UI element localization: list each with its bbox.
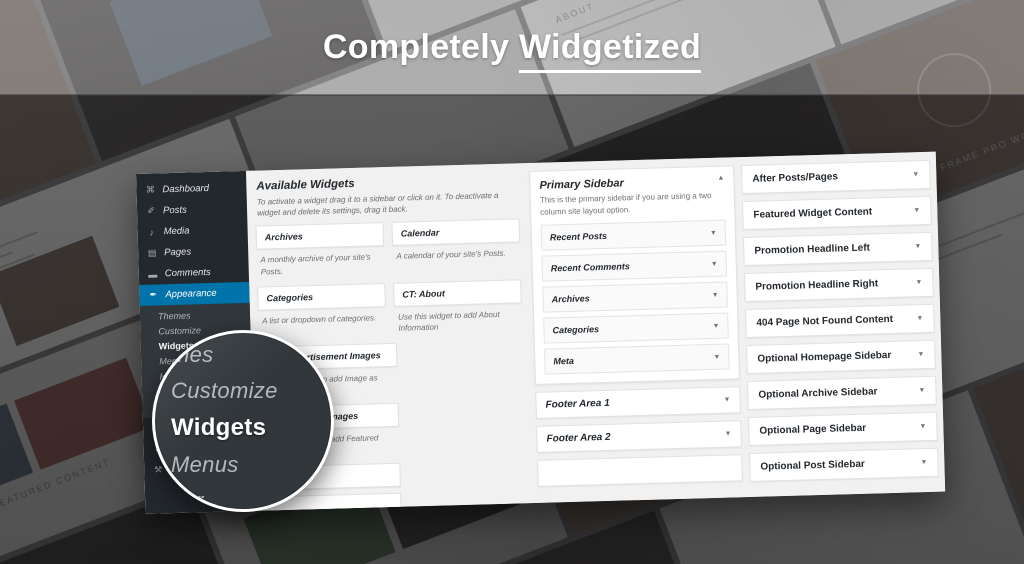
- sidebar-area-optional-page-sidebar[interactable]: Optional Page Sidebar ▼: [748, 411, 938, 446]
- sidebar-area-optional-post-sidebar[interactable]: Optional Post Sidebar ▼: [749, 447, 939, 482]
- sidebar-widget-meta[interactable]: Meta ▼: [544, 343, 730, 375]
- brush-icon: ✒: [149, 289, 158, 300]
- sidebar-widget-recent-posts[interactable]: Recent Posts ▼: [540, 219, 727, 251]
- sidebar-widget-recent-comments[interactable]: Recent Comments ▼: [541, 250, 728, 282]
- sidebar-item-label: Dashboard: [162, 182, 210, 196]
- chevron-down-icon[interactable]: ▼: [916, 315, 923, 322]
- screenshot-stage: SLIDER IMAGE 2 ABOUT ABOUT PORTFOLIO: [0, 0, 1024, 564]
- sidebar-area-label: Footer Area 2: [546, 432, 611, 445]
- media-icon: ♪: [149, 227, 155, 238]
- chevron-down-icon[interactable]: ▼: [710, 229, 717, 236]
- chevron-down-icon[interactable]: ▼: [712, 291, 719, 298]
- widget-description: A monthly archive of your site's Posts.: [260, 252, 371, 277]
- sidebar-area-partial[interactable]: [537, 454, 743, 488]
- sidebar-area-label: Promotion Headline Right: [755, 278, 879, 293]
- chevron-down-icon[interactable]: ▼: [713, 353, 720, 360]
- sidebar-item-label: Comments: [164, 266, 211, 280]
- magnifier-gloss: [155, 333, 331, 509]
- sidebar-area-label: Optional Post Sidebar: [760, 458, 866, 473]
- sidebar-area-label: Promotion Headline Left: [754, 242, 871, 257]
- widget-label: Categories: [552, 324, 600, 336]
- magnifier-loupe: mes Customize Widgets Menus der: [152, 330, 334, 512]
- page-title-plain: Completely: [322, 28, 519, 66]
- widgets-screen: Available Widgets To activate a widget d…: [245, 151, 946, 514]
- widget-card: Archives A monthly archive of your site'…: [255, 222, 385, 280]
- sidebar-area-label: Featured Widget Content: [753, 206, 873, 221]
- sidebar-area-after-posts-pages[interactable]: After Posts/Pages ▼: [740, 159, 931, 195]
- chevron-down-icon[interactable]: ▼: [915, 279, 922, 286]
- sidebar-item-label: Posts: [162, 204, 187, 217]
- page-title: Completely Widgetized: [322, 28, 702, 73]
- pin-icon: ✐: [147, 205, 155, 216]
- chevron-down-icon[interactable]: ▼: [711, 260, 718, 267]
- sidebar-area-label: Optional Page Sidebar: [759, 422, 867, 437]
- page-title-underlined: Widgetized: [518, 28, 702, 73]
- widget-label: Recent Posts: [549, 231, 608, 243]
- widget-description: Use this widget to add About Information: [397, 309, 500, 333]
- primary-sidebar-column: Primary Sidebar ▲ This is the primary si…: [529, 165, 743, 503]
- primary-sidebar-panel: Primary Sidebar ▲ This is the primary si…: [529, 165, 740, 386]
- sidebar-area-label: 404 Page Not Found Content: [756, 313, 894, 329]
- sidebar-area-label: Optional Homepage Sidebar: [757, 349, 892, 365]
- sidebar-widget-categories[interactable]: Categories ▼: [543, 312, 729, 344]
- available-widgets-description: To activate a widget drag it to a sideba…: [256, 190, 499, 218]
- primary-sidebar-description: This is the primary sidebar if you are u…: [539, 190, 712, 217]
- sidebar-item-label: Media: [163, 225, 190, 238]
- sidebar-item-label: Pages: [164, 246, 192, 259]
- widget-card: Calendar A calendar of your site's Posts…: [391, 218, 521, 277]
- sidebar-widget-archives[interactable]: Archives ▼: [542, 281, 728, 313]
- widget-ct-about[interactable]: CT: About: [393, 278, 522, 307]
- chevron-down-icon[interactable]: ▼: [724, 431, 731, 438]
- widget-label: Meta: [553, 356, 575, 367]
- chevron-down-icon[interactable]: ▼: [917, 351, 924, 358]
- sidebar-area-promotion-headline-left[interactable]: Promotion Headline Left ▼: [742, 231, 933, 267]
- primary-sidebar-title: Primary Sidebar: [539, 177, 624, 192]
- chevron-down-icon[interactable]: ▼: [913, 207, 920, 214]
- chevron-down-icon[interactable]: ▼: [712, 322, 719, 329]
- widget-categories[interactable]: Categories: [257, 282, 386, 311]
- chevron-down-icon[interactable]: ▼: [919, 423, 926, 430]
- chevron-down-icon[interactable]: ▼: [914, 243, 921, 250]
- chevron-up-icon[interactable]: ▲: [717, 175, 724, 182]
- sidebar-area-footer-area-2[interactable]: Footer Area 2 ▼: [536, 420, 742, 454]
- widget-card: CT: About Use this widget to add About I…: [393, 278, 522, 337]
- widget-label: Recent Comments: [550, 261, 630, 274]
- chevron-down-icon[interactable]: ▼: [918, 387, 925, 394]
- comment-icon: ▬: [148, 268, 158, 280]
- sidebar-area-featured-widget-content[interactable]: Featured Widget Content ▼: [741, 195, 932, 231]
- sidebar-area-label: Footer Area 1: [545, 398, 610, 411]
- sidebar-item-label: Appearance: [165, 287, 217, 301]
- sidebar-area-optional-homepage-sidebar[interactable]: Optional Homepage Sidebar ▼: [746, 339, 936, 375]
- chevron-down-icon[interactable]: ▼: [724, 397, 731, 404]
- sidebar-item-appearance[interactable]: ✒ Appearance: [139, 281, 250, 306]
- sidebar-area-label: Optional Archive Sidebar: [758, 386, 878, 401]
- sidebar-area-optional-archive-sidebar[interactable]: Optional Archive Sidebar ▼: [747, 375, 937, 411]
- widget-description: A list or dropdown of categories.: [262, 312, 377, 326]
- sidebar-area-404-page-not-found-content[interactable]: 404 Page Not Found Content ▼: [745, 303, 935, 339]
- dashboard-icon: ⌘: [145, 184, 156, 195]
- widget-description: A calendar of your site's Posts.: [396, 249, 506, 262]
- widget-calendar[interactable]: Calendar: [391, 218, 521, 247]
- sidebar-area-footer-area-1[interactable]: Footer Area 1 ▼: [535, 386, 741, 420]
- widget-card: Categories A list or dropdown of categor…: [257, 282, 386, 341]
- chevron-down-icon[interactable]: ▼: [920, 459, 927, 466]
- chevron-down-icon[interactable]: ▼: [912, 171, 919, 178]
- widget-label: Archives: [551, 293, 590, 305]
- pages-icon: ▤: [147, 247, 157, 258]
- sidebar-area-label: After Posts/Pages: [752, 171, 839, 185]
- sidebar-area-promotion-headline-right[interactable]: Promotion Headline Right ▼: [744, 267, 934, 303]
- widget-archives[interactable]: Archives: [255, 222, 385, 251]
- page-header: Completely Widgetized: [0, 0, 1024, 95]
- sidebar-areas-column: After Posts/Pages ▼ Featured Widget Cont…: [740, 159, 939, 497]
